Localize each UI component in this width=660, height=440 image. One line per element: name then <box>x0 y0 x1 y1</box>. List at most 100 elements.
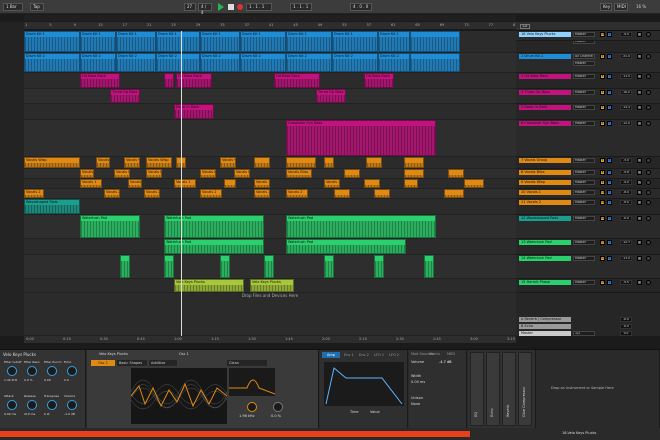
arrangement-clip[interactable]: Vocals 2 <box>24 189 44 198</box>
track-output-select[interactable]: Master <box>573 256 595 261</box>
track-volume[interactable]: -9.0 <box>620 32 632 37</box>
filter-frequency-knob[interactable] <box>247 402 257 412</box>
arrangement-clip[interactable]: Drum Kit 2 <box>332 53 378 72</box>
arrangement-clip[interactable]: Vocals 2 <box>104 189 120 198</box>
track-volume[interactable]: -9.8 <box>620 170 632 175</box>
track-arm[interactable] <box>646 280 651 285</box>
envelope-tab[interactable]: Env 1 <box>344 353 354 357</box>
track-activator[interactable]: 13 <box>600 240 605 245</box>
track-arm[interactable] <box>646 240 651 245</box>
return-b-name[interactable]: B Echo <box>519 324 571 329</box>
track-lane[interactable] <box>24 89 516 104</box>
arrangement-clip[interactable]: Vocals 1 <box>174 179 196 188</box>
arrangement-clip[interactable]: Drum Kit 1 <box>24 31 80 52</box>
track-arm[interactable] <box>646 54 651 59</box>
arrangement-clip[interactable]: Vocals 2 <box>286 189 308 198</box>
arrangement-clip[interactable]: Waterlush Pad <box>286 239 406 254</box>
loop-length[interactable]: 4 . 0 . 0 <box>350 3 372 11</box>
filter-curve[interactable] <box>229 368 275 396</box>
arrangement-clip[interactable]: Drum Kit 1 <box>332 31 378 52</box>
track-solo[interactable]: S <box>607 216 612 221</box>
arrangement-clip[interactable]: Waterlush Pad <box>164 215 264 238</box>
track-solo[interactable]: S <box>607 200 612 205</box>
arrangement-clip[interactable]: Waterlush Pad <box>164 239 264 254</box>
track-pan[interactable]: C <box>637 180 642 185</box>
track-solo[interactable]: S <box>607 32 612 37</box>
track-arm[interactable] <box>646 74 651 79</box>
track-lane[interactable] <box>24 199 516 215</box>
track-activator[interactable]: 11 <box>600 200 605 205</box>
arrangement-clip[interactable] <box>286 157 316 168</box>
stop-button[interactable] <box>228 4 234 10</box>
track-activator[interactable]: 2 <box>600 54 605 59</box>
wavetable-select[interactable]: Additive <box>149 360 177 366</box>
mod-tab[interactable]: MIDI <box>447 352 455 356</box>
arrangement-clip[interactable]: Vocals Wisp <box>220 157 236 168</box>
midi-map-button[interactable]: MIDI <box>614 3 628 11</box>
arrangement-clip[interactable]: Vocals Bliss <box>234 169 250 178</box>
track-output-select[interactable]: Master <box>573 158 595 163</box>
track-arm[interactable] <box>646 200 651 205</box>
mixer-track-name[interactable]: 9 Vocals Wisp <box>519 180 571 185</box>
track-lane[interactable] <box>24 120 516 157</box>
track-volume[interactable]: -8.0 <box>620 200 632 205</box>
arrangement-clip[interactable] <box>164 255 174 278</box>
track-volume[interactable]: -9.0 <box>620 180 632 185</box>
filter-type[interactable]: Clean <box>227 360 267 366</box>
track-activator[interactable]: 12 <box>600 216 605 221</box>
arrangement-clip[interactable]: Od Bass Rack <box>274 73 320 88</box>
macro-knob[interactable] <box>67 366 77 376</box>
arrangement-clip[interactable] <box>410 31 460 52</box>
width-value[interactable]: 0.00 ms <box>411 380 425 384</box>
time-ruler[interactable]: 0:00 0:15 0:30 0:45 1:00 1:15 1:30 1:45 2:00 2:15… <box>24 336 516 343</box>
track-activator[interactable]: 14 <box>600 256 605 261</box>
track-input-select[interactable]: All Channel <box>573 54 595 59</box>
track-solo[interactable]: S <box>607 190 612 195</box>
track-volume[interactable]: -8.0 <box>620 190 632 195</box>
track-arm[interactable] <box>646 32 651 37</box>
arrangement-clip[interactable]: Vocals Bliss <box>80 169 94 178</box>
arrangement-clip[interactable]: Drum Kit 2 <box>378 53 410 72</box>
track-output-select[interactable]: Master <box>573 74 595 79</box>
play-button[interactable] <box>218 3 224 11</box>
track-lane[interactable] <box>24 169 516 179</box>
master-output[interactable]: 1/2 <box>573 331 595 336</box>
track-volume[interactable]: -12.0 <box>620 121 632 126</box>
mixer-track-name[interactable]: 5 Deep In Dark <box>519 105 571 110</box>
filter-res-knob[interactable] <box>273 402 283 412</box>
tempo-field[interactable]: 27 <box>184 3 196 11</box>
track-volume[interactable]: -11.5 <box>620 74 632 79</box>
effect-device[interactable]: Reverb <box>502 352 516 426</box>
arrangement-clip[interactable] <box>254 157 270 168</box>
master-volume[interactable]: 0.0 <box>620 331 632 336</box>
arrangement-clip[interactable]: Drum Kit 1 <box>286 31 332 52</box>
arrangement-clip[interactable]: Drum Kit 1 <box>240 31 286 52</box>
track-activator[interactable]: 8 <box>600 170 605 175</box>
track-activator[interactable]: 4 <box>600 90 605 95</box>
arrangement-clip[interactable]: Drum Kit 2 <box>156 53 200 72</box>
macro-knob[interactable] <box>27 400 37 410</box>
song-position[interactable]: 1 . 1 . 1 <box>246 3 272 11</box>
track-output-select[interactable]: Master <box>573 180 595 185</box>
drop-instrument-area[interactable]: Drop an Instrument or Sample Here <box>537 350 660 429</box>
track-lane[interactable] <box>24 239 516 255</box>
arrangement-clip[interactable] <box>120 255 130 278</box>
effect-device[interactable]: EQ <box>470 352 484 426</box>
arrangement-clip[interactable] <box>324 255 334 278</box>
track-volume[interactable]: -13.0 <box>620 256 632 261</box>
arrangement-clip[interactable] <box>164 73 174 88</box>
track-arm[interactable] <box>646 216 651 221</box>
mixer-track-name[interactable]: 13 Waterlush Pad <box>519 240 571 245</box>
mixer-track-name[interactable]: 14 Waterlush Pad <box>519 256 571 261</box>
quantization-select[interactable]: 1 Bar <box>3 3 23 11</box>
env-time-label[interactable]: Time <box>350 410 359 414</box>
track-output-select[interactable]: Master <box>573 105 595 110</box>
track-volume[interactable]: -9.5 <box>620 280 632 285</box>
track-solo[interactable]: S <box>607 54 612 59</box>
track-activator[interactable]: 5 <box>600 105 605 110</box>
macro-knob[interactable] <box>47 400 57 410</box>
track-arm[interactable] <box>646 158 651 163</box>
track-pan[interactable]: C <box>637 280 642 285</box>
arrangement-clip[interactable] <box>404 169 424 178</box>
arrangement-clip[interactable]: Drum Kit 1 <box>80 31 116 52</box>
